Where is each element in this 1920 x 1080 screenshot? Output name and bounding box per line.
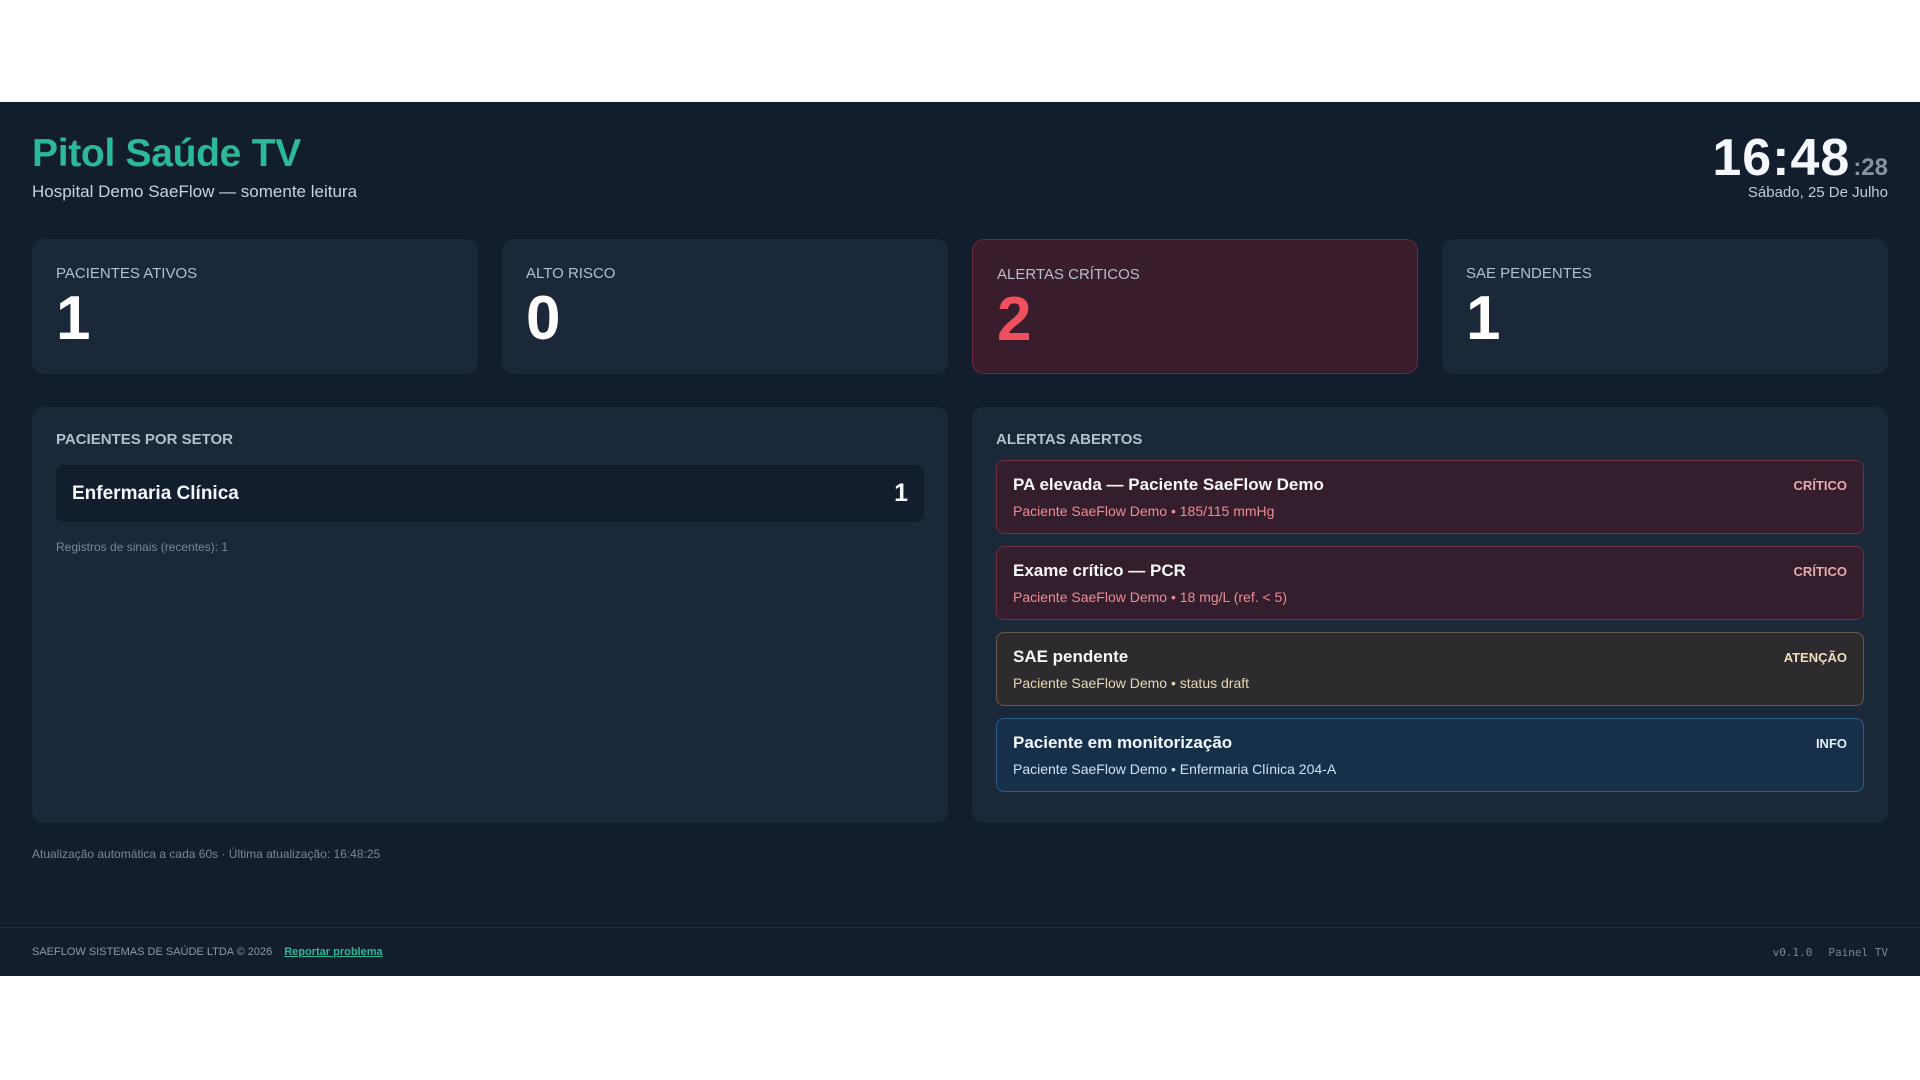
panel-title: PACIENTES POR SETOR xyxy=(56,431,233,448)
kpi-label: ALTO RISCO xyxy=(526,265,616,282)
vitals-records-note: Registros de sinais (recentes): 1 xyxy=(56,540,229,554)
footer: SAEFLOW SISTEMAS DE SAÚDE LTDA © 2026 Re… xyxy=(0,927,1920,976)
alert-item: Exame crítico — PCR Paciente SaeFlow Dem… xyxy=(996,546,1864,620)
kpi-label: ALERTAS CRÍTICOS xyxy=(997,266,1140,283)
app-version: v0.1.0 xyxy=(1772,945,1813,959)
hospital-subtitle: Hospital Demo SaeFlow — somente leitura xyxy=(32,182,358,201)
alert-item: SAE pendente Paciente SaeFlow Demo • sta… xyxy=(996,632,1864,706)
alert-severity-badge: INFO xyxy=(1815,736,1847,751)
alert-severity-badge: ATENÇÃO xyxy=(1783,650,1847,665)
kpi-value: 0 xyxy=(526,284,561,353)
alert-subtitle: Paciente SaeFlow Demo • 18 mg/L (ref. < … xyxy=(1013,589,1288,605)
kpi-active-patients: PACIENTES ATIVOS 1 xyxy=(32,239,478,374)
panel-title: ALERTAS ABERTOS xyxy=(996,431,1143,448)
alert-title: Paciente em monitorização xyxy=(1013,733,1233,752)
kpi-value: 2 xyxy=(997,285,1032,354)
clock-hours-minutes: 16:48 xyxy=(1712,129,1851,187)
alert-severity-badge: CRÍTICO xyxy=(1793,564,1847,579)
patients-by-sector-panel: PACIENTES POR SETOR Enfermaria Clínica 1… xyxy=(32,407,948,823)
tv-dashboard: Pitol Saúde TV Hospital Demo SaeFlow — s… xyxy=(0,102,1920,976)
kpi-label: PACIENTES ATIVOS xyxy=(56,265,198,282)
alert-title: Exame crítico — PCR xyxy=(1013,561,1186,580)
kpi-sae-pending: SAE PENDENTES 1 xyxy=(1442,239,1888,374)
panel-label: Painel TV xyxy=(1828,945,1888,959)
alert-item: PA elevada — Paciente SaeFlow Demo Pacie… xyxy=(996,460,1864,534)
kpi-value: 1 xyxy=(1466,284,1501,353)
alert-title: PA elevada — Paciente SaeFlow Demo xyxy=(1013,475,1324,494)
sector-row: Enfermaria Clínica 1 xyxy=(56,465,924,522)
footer-copyright: SAEFLOW SISTEMAS DE SAÚDE LTDA © 2026 xyxy=(32,946,273,958)
clock-seconds: :28 xyxy=(1853,154,1888,181)
alert-item: Paciente em monitorização Paciente SaeFl… xyxy=(996,718,1864,792)
app-title: Pitol Saúde TV xyxy=(32,132,301,175)
report-problem-link[interactable]: Reportar problema xyxy=(284,946,382,958)
kpi-critical-alerts: ALERTAS CRÍTICOS 2 xyxy=(972,239,1418,374)
sector-count: 1 xyxy=(894,479,908,507)
kpi-value: 1 xyxy=(56,284,91,353)
auto-refresh-status: Atualização automática a cada 60s · Últi… xyxy=(32,847,381,861)
open-alerts-panel: ALERTAS ABERTOS PA elevada — Paciente Sa… xyxy=(972,407,1888,823)
sector-name: Enfermaria Clínica xyxy=(72,482,239,504)
alert-subtitle: Paciente SaeFlow Demo • status draft xyxy=(1013,675,1250,691)
kpi-label: SAE PENDENTES xyxy=(1466,265,1592,282)
kpi-high-risk: ALTO RISCO 0 xyxy=(502,239,948,374)
alert-severity-badge: CRÍTICO xyxy=(1793,478,1847,493)
clock: 16:48:28 Sábado, 25 De Julho xyxy=(1712,128,1888,201)
alert-subtitle: Paciente SaeFlow Demo • Enfermaria Clíni… xyxy=(1013,761,1337,777)
alert-title: SAE pendente xyxy=(1013,647,1129,666)
alert-subtitle: Paciente SaeFlow Demo • 185/115 mmHg xyxy=(1013,503,1275,519)
